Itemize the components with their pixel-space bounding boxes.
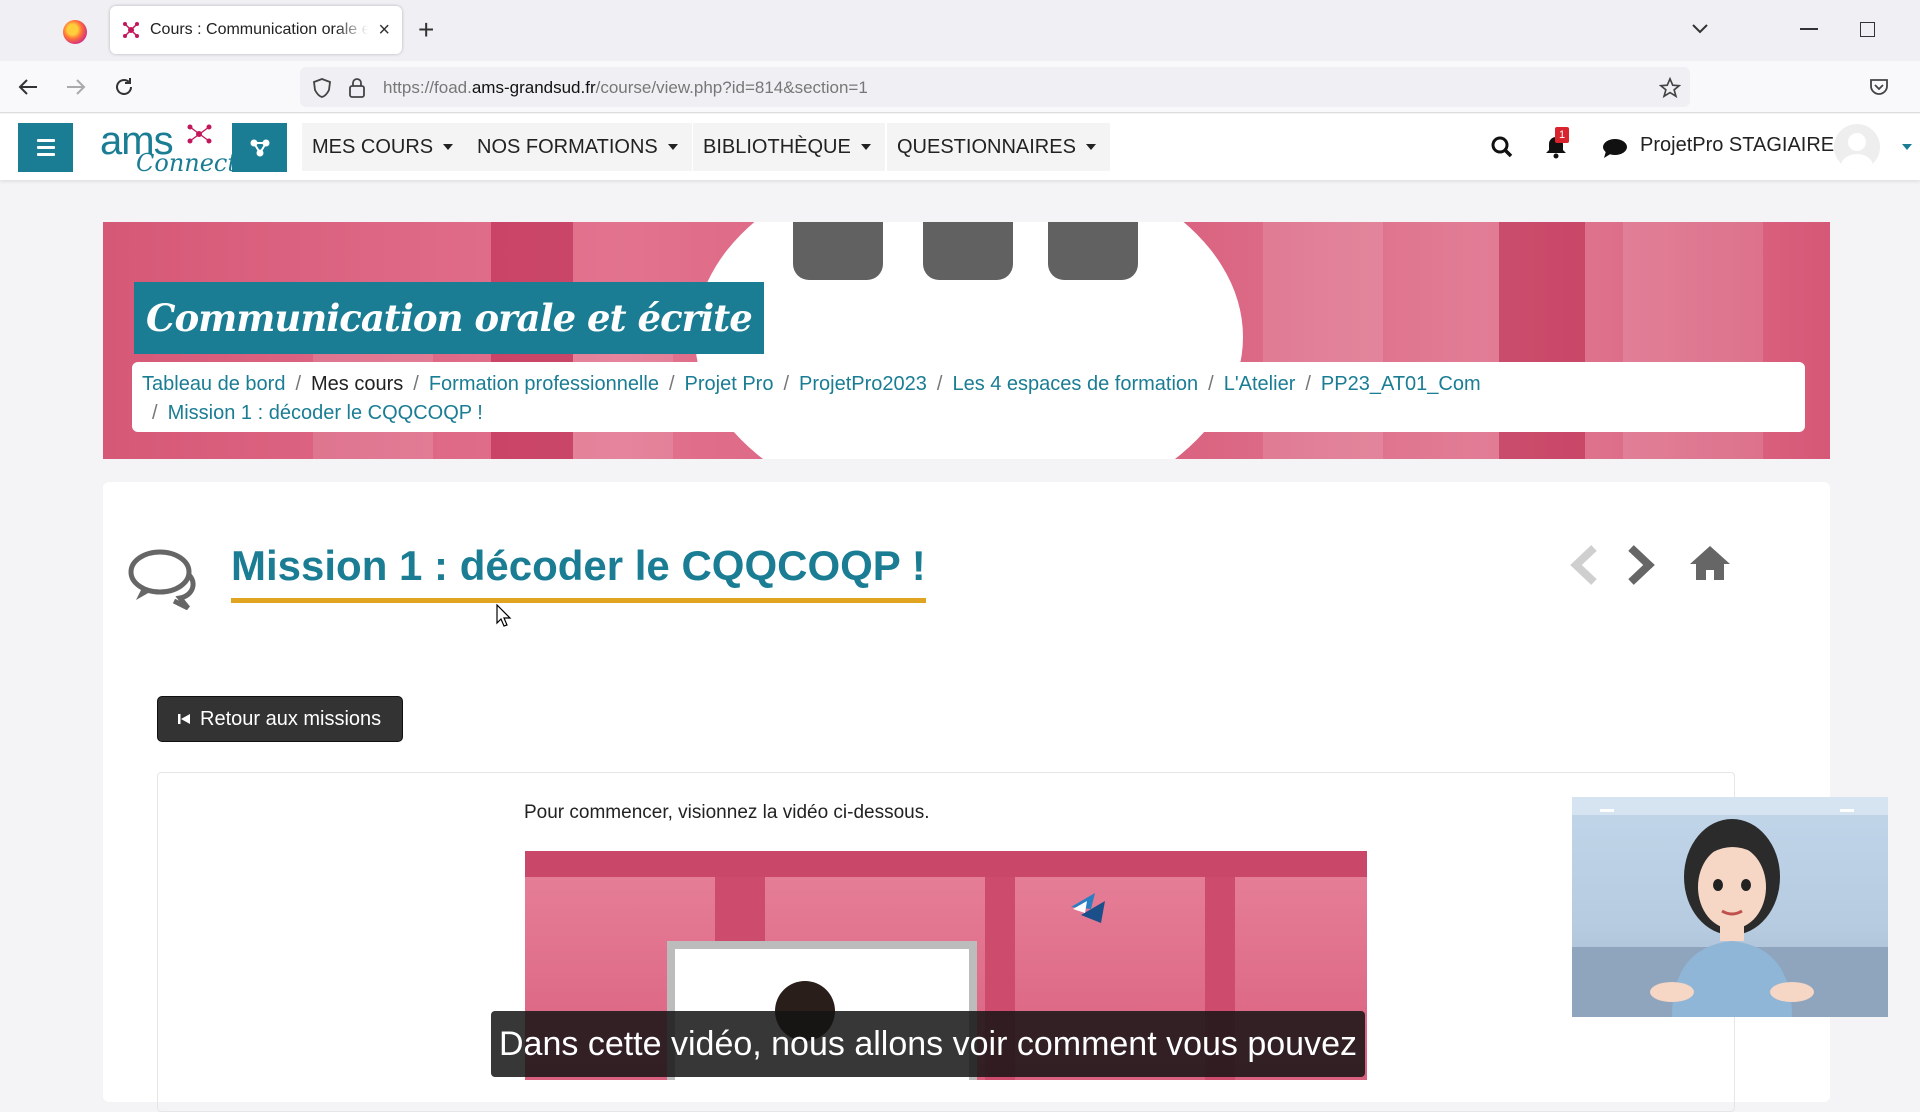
breadcrumb-separator: / [152, 402, 158, 424]
breadcrumb-separator: / [1305, 373, 1311, 395]
breadcrumb-separator: / [413, 373, 419, 395]
pip-control-bar [1840, 809, 1854, 812]
avatar-character-icon [1650, 819, 1814, 1017]
firefox-logo-icon [63, 20, 87, 44]
breadcrumb-link[interactable]: Tableau de bord [142, 373, 285, 395]
menu-label: QUESTIONNAIRES [897, 135, 1076, 158]
breadcrumb-link[interactable]: ProjetPro2023 [799, 373, 927, 395]
logo-network-icon [187, 124, 212, 144]
caret-down-icon [667, 144, 678, 150]
next-chevron-right-icon[interactable] [1623, 542, 1657, 588]
menu-questionnaires[interactable]: QUESTIONNAIRES [887, 123, 1110, 171]
tracking-shield-icon[interactable] [312, 77, 332, 99]
page-title: Mission 1 : décoder le CQQCOQP ! [231, 542, 926, 603]
browser-nav-bar: https://foad.ams-grandsud.fr/course/view… [0, 61, 1920, 113]
site-header: ams Connect MES COURS NOS FORMATIONS BIB… [0, 114, 1920, 180]
video-subtitle: Dans cette vidéo, nous allons voir comme… [491, 1011, 1366, 1077]
drawer-menu-button[interactable] [18, 123, 73, 172]
breadcrumb-separator: / [668, 373, 675, 395]
user-menu-caret-icon[interactable] [1902, 144, 1912, 150]
browser-tab-strip: Cours : Communication orale et écrite × … [0, 0, 1920, 61]
new-tab-plus-icon[interactable]: + [418, 14, 434, 46]
reload-icon[interactable] [108, 71, 140, 103]
menu-mes-cours[interactable]: MES COURS [302, 123, 468, 171]
breadcrumb-link[interactable]: L'Atelier [1224, 373, 1296, 395]
menu-bibliotheque[interactable]: BIBLIOTHÈQUE [693, 123, 885, 171]
network-nodes-icon [250, 139, 269, 156]
breadcrumb-separator: / [295, 373, 302, 395]
user-avatar[interactable] [1834, 124, 1880, 170]
breadcrumb-link[interactable]: Les 4 espaces de formation [952, 373, 1198, 395]
menu-label: NOS FORMATIONS [477, 135, 658, 158]
messages-chat-icon[interactable] [1602, 137, 1628, 159]
breadcrumb-item: Mes cours [311, 373, 404, 395]
mouse-cursor-icon [496, 604, 512, 627]
video-logo-decoration-icon [1071, 893, 1105, 923]
back-to-missions-button[interactable]: Retour aux missions [157, 696, 403, 742]
url-text: https://foad.ams-grandsud.fr/course/view… [383, 78, 868, 97]
back-arrow-icon[interactable] [12, 71, 44, 103]
tab-list-chevron-down-icon[interactable] [1688, 16, 1712, 40]
menu-label: BIBLIOTHÈQUE [703, 135, 851, 158]
breadcrumb-link[interactable]: Formation professionnelle [429, 373, 659, 395]
close-tab-icon[interactable]: × [378, 19, 390, 42]
back-button-label: Retour aux missions [200, 707, 382, 730]
caret-down-icon [443, 144, 454, 150]
pocket-icon[interactable] [1868, 76, 1890, 98]
typing-dot [793, 222, 883, 280]
intro-text: Pour commencer, visionnez la vidéo ci-de… [524, 802, 930, 823]
skip-back-icon [178, 714, 190, 724]
caret-down-icon [1085, 144, 1096, 150]
breadcrumb-link[interactable]: PP23_AT01_Com [1321, 373, 1481, 395]
previous-chevron-left-icon[interactable] [1568, 542, 1602, 588]
course-title: Communication orale et écrite [134, 282, 764, 354]
breadcrumb-separator: / [1208, 373, 1214, 395]
breadcrumb-link[interactable]: Projet Pro [685, 373, 774, 395]
window-minimize-icon[interactable] [1800, 28, 1818, 30]
url-bar[interactable]: https://foad.ams-grandsud.fr/course/view… [300, 67, 1690, 107]
ams-connect-logo[interactable]: ams Connect [100, 119, 237, 177]
breadcrumb-link-current[interactable]: Mission 1 : décoder le CQQCOQP ! [168, 402, 483, 424]
caret-down-icon [860, 144, 871, 150]
avatar-video-overlay[interactable] [1572, 797, 1888, 1017]
browser-tab-active[interactable]: Cours : Communication orale et écrite × [110, 6, 402, 54]
home-icon[interactable] [1688, 542, 1732, 584]
tab-title: Cours : Communication orale et écrite [150, 21, 369, 38]
course-banner: Communication orale et écrite Tableau de… [103, 222, 1830, 459]
video-top-band [525, 851, 1367, 877]
bookmark-star-icon[interactable] [1659, 77, 1681, 99]
forward-arrow-icon[interactable] [60, 71, 92, 103]
typing-dot [923, 222, 1013, 280]
logo-sub-text: Connect [136, 149, 238, 177]
lock-icon[interactable] [348, 77, 366, 99]
pip-control-bar [1600, 809, 1614, 812]
typing-dot [1048, 222, 1138, 280]
breadcrumb-separator: / [936, 373, 943, 395]
network-button[interactable] [232, 123, 287, 172]
site-favicon-icon [123, 22, 139, 38]
search-icon[interactable] [1490, 135, 1514, 159]
forum-discussion-icon [128, 549, 196, 610]
notification-count-badge: 1 [1555, 127, 1569, 143]
user-name[interactable]: ProjetPro STAGIAIRE [1640, 134, 1834, 157]
breadcrumb: Tableau de bord / Mes cours / Formation prof… [132, 362, 1805, 432]
menu-nos-formations[interactable]: NOS FORMATIONS [467, 123, 692, 171]
menu-label: MES COURS [312, 135, 434, 158]
window-maximize-icon[interactable] [1860, 22, 1875, 37]
breadcrumb-separator: / [783, 373, 790, 395]
